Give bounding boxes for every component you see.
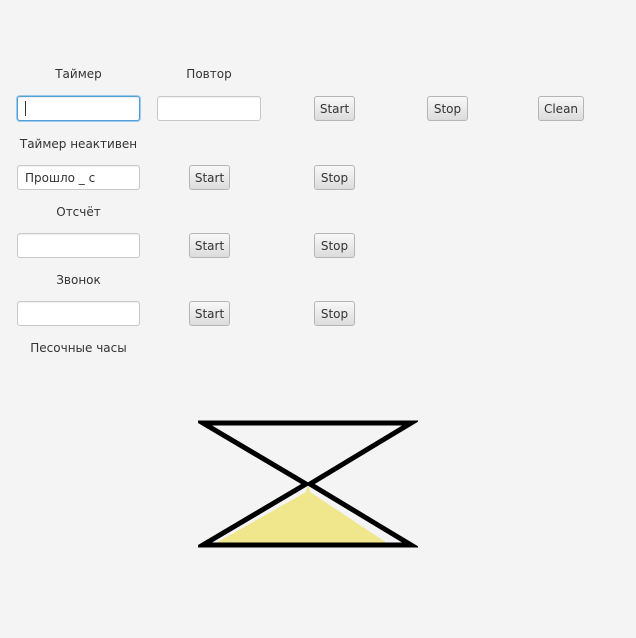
elapsed-stop-button[interactable]: Stop [314,165,355,190]
countdown-input[interactable] [17,233,140,258]
timer-label: Таймер [55,67,102,81]
text-caret [25,101,26,116]
hourglass-graphic [198,420,418,548]
timer-clean-button[interactable]: Clean [538,96,584,121]
timer-status: Таймер неактивен [19,137,138,151]
alarm-input[interactable] [17,301,140,326]
alarm-start-button[interactable]: Start [189,301,230,326]
countdown-start-button[interactable]: Start [189,233,230,258]
repeat-input[interactable] [157,96,261,121]
timer-start-button[interactable]: Start [314,96,355,121]
alarm-stop-button[interactable]: Stop [314,301,355,326]
timer-stop-button[interactable]: Stop [427,96,468,121]
countdown-stop-button[interactable]: Stop [314,233,355,258]
elapsed-field[interactable] [17,165,140,190]
hourglass-label: Песочные часы [30,341,127,355]
repeat-label: Повтор [186,67,232,81]
countdown-label: Отсчёт [56,205,101,219]
elapsed-start-button[interactable]: Start [189,165,230,190]
alarm-label: Звонок [56,273,101,287]
timer-input[interactable] [17,96,140,121]
